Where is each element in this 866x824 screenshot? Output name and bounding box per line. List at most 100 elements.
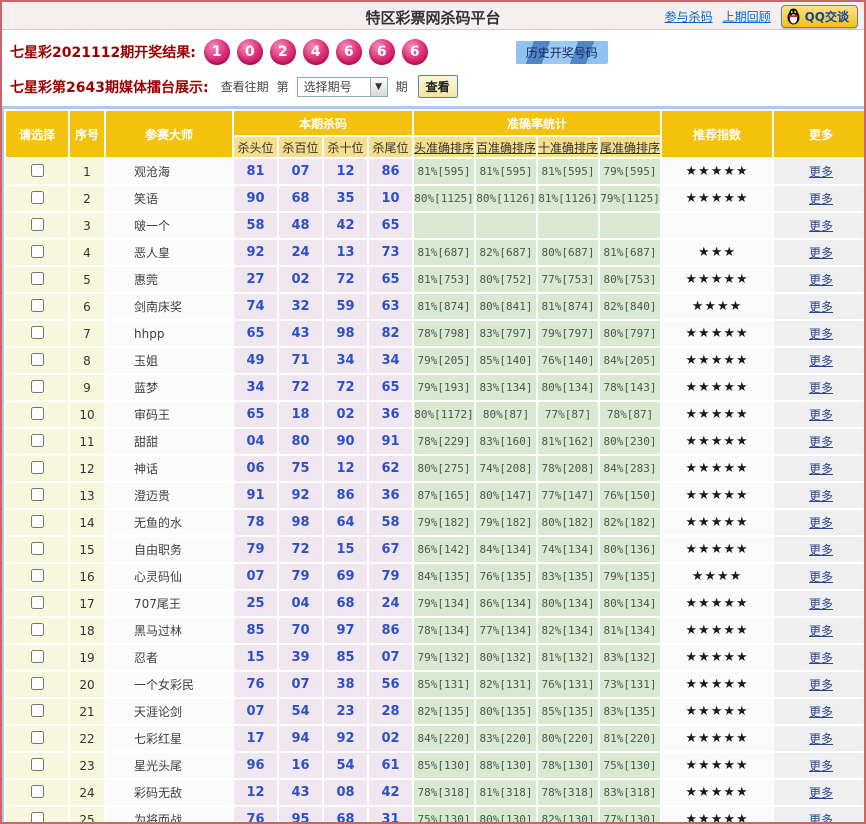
row-checkbox[interactable]	[30, 217, 44, 231]
kill-ten-value: 54	[324, 753, 367, 778]
more-link[interactable]: 更多	[809, 570, 833, 584]
row-checkbox[interactable]	[30, 622, 44, 636]
kill-ten-value: 72	[324, 267, 367, 292]
head-accuracy: 79%[134]	[414, 591, 475, 616]
row-checkbox[interactable]	[30, 676, 44, 690]
more-link[interactable]: 更多	[809, 705, 833, 719]
more-link[interactable]: 更多	[809, 732, 833, 746]
recommendation-stars: ★★★★★	[662, 753, 773, 778]
kill-hundred-value: 24	[279, 240, 322, 265]
lottery-ball: 4	[302, 39, 329, 65]
row-checkbox[interactable]	[30, 460, 44, 474]
row-index: 6	[70, 294, 104, 319]
kill-ten-value: 23	[324, 699, 367, 724]
tail-accuracy: 79%[135]	[600, 564, 661, 589]
more-link[interactable]: 更多	[809, 273, 833, 287]
tail-accuracy: 81%[687]	[600, 240, 661, 265]
period-select[interactable]: 选择期号 ▼	[296, 76, 388, 97]
kill-hundred-value: 75	[279, 456, 322, 481]
qq-chat-button[interactable]: QQ交谈	[780, 4, 858, 28]
ten-accuracy: 80%[182]	[538, 510, 599, 535]
previous-period-link[interactable]: 上期回顾	[723, 8, 771, 25]
row-checkbox[interactable]	[30, 649, 44, 663]
row-index: 9	[70, 375, 104, 400]
more-link[interactable]: 更多	[809, 408, 833, 422]
more-link[interactable]: 更多	[809, 327, 833, 341]
more-link[interactable]: 更多	[809, 786, 833, 800]
draw-result-label: 七星彩2021112期开奖结果:	[10, 45, 196, 61]
view-button[interactable]: 查看	[417, 75, 458, 98]
row-index: 5	[70, 267, 104, 292]
kill-tail-value: 42	[369, 780, 413, 805]
join-kill-code-link[interactable]: 参与杀码	[665, 8, 713, 25]
kill-ten-value: 02	[324, 402, 367, 427]
row-checkbox[interactable]	[30, 703, 44, 717]
more-link[interactable]: 更多	[809, 597, 833, 611]
more-link[interactable]: 更多	[809, 489, 833, 503]
chevron-down-icon[interactable]: ▼	[369, 77, 387, 96]
kill-hundred-value: 72	[279, 375, 322, 400]
kill-head-value: 07	[234, 699, 277, 724]
more-link[interactable]: 更多	[809, 462, 833, 476]
more-link[interactable]: 更多	[809, 300, 833, 314]
master-name: 707尾王	[106, 591, 232, 616]
col-header-index: 序号	[70, 111, 104, 157]
tail-accuracy: 73%[131]	[600, 672, 661, 697]
sort-link-head-accuracy[interactable]: 头准确排序	[414, 137, 475, 157]
row-checkbox[interactable]	[30, 163, 44, 177]
row-checkbox[interactable]	[30, 325, 44, 339]
head-accuracy: 85%[131]	[414, 672, 475, 697]
more-link[interactable]: 更多	[809, 651, 833, 665]
row-index: 1	[70, 159, 104, 184]
more-link[interactable]: 更多	[809, 219, 833, 233]
lottery-ball: 0	[236, 39, 263, 65]
kill-tail-value: 62	[369, 456, 413, 481]
row-checkbox[interactable]	[30, 730, 44, 744]
more-link[interactable]: 更多	[809, 192, 833, 206]
row-checkbox[interactable]	[30, 595, 44, 609]
row-checkbox[interactable]	[30, 784, 44, 798]
sort-link-tail-accuracy[interactable]: 尾准确排序	[600, 137, 661, 157]
sort-link-hundred-accuracy[interactable]: 百准确排序	[476, 137, 537, 157]
kill-tail-value: 36	[369, 402, 413, 427]
kill-hundred-value: 07	[279, 159, 322, 184]
row-checkbox[interactable]	[30, 298, 44, 312]
more-link[interactable]: 更多	[809, 435, 833, 449]
more-link[interactable]: 更多	[809, 678, 833, 692]
ten-accuracy: 81%[874]	[538, 294, 599, 319]
more-link[interactable]: 更多	[809, 354, 833, 368]
table-row: 22 七彩红星 17 94 92 02 84%[220] 83%[220] 80…	[6, 726, 864, 751]
more-link[interactable]: 更多	[809, 624, 833, 638]
row-checkbox[interactable]	[30, 244, 44, 258]
more-link[interactable]: 更多	[809, 543, 833, 557]
kill-head-value: 34	[234, 375, 277, 400]
recommendation-stars: ★★★★★	[662, 402, 773, 427]
table-row: 11 甜甜 04 80 90 91 78%[229] 83%[160] 81%[…	[6, 429, 864, 454]
more-link[interactable]: 更多	[809, 759, 833, 773]
row-checkbox[interactable]	[30, 514, 44, 528]
row-checkbox[interactable]	[30, 541, 44, 555]
row-checkbox[interactable]	[30, 406, 44, 420]
sort-link-ten-accuracy[interactable]: 十准确排序	[538, 137, 599, 157]
more-link[interactable]: 更多	[809, 165, 833, 179]
row-checkbox[interactable]	[30, 433, 44, 447]
row-checkbox[interactable]	[30, 487, 44, 501]
more-link[interactable]: 更多	[809, 516, 833, 530]
more-link[interactable]: 更多	[809, 381, 833, 395]
kill-ten-value: 12	[324, 159, 367, 184]
row-checkbox[interactable]	[30, 379, 44, 393]
master-name: 心灵码仙	[106, 564, 232, 589]
kill-ten-value: 86	[324, 483, 367, 508]
row-checkbox[interactable]	[30, 568, 44, 582]
row-checkbox[interactable]	[30, 811, 44, 822]
head-accuracy: 84%[220]	[414, 726, 475, 751]
head-accuracy	[414, 213, 475, 238]
more-link[interactable]: 更多	[809, 246, 833, 260]
history-numbers-button[interactable]: 历史开奖号码	[515, 40, 608, 64]
row-checkbox[interactable]	[30, 757, 44, 771]
ten-accuracy: 74%[134]	[538, 537, 599, 562]
row-checkbox[interactable]	[30, 352, 44, 366]
more-link[interactable]: 更多	[809, 813, 833, 822]
row-checkbox[interactable]	[30, 190, 44, 204]
row-checkbox[interactable]	[30, 271, 44, 285]
